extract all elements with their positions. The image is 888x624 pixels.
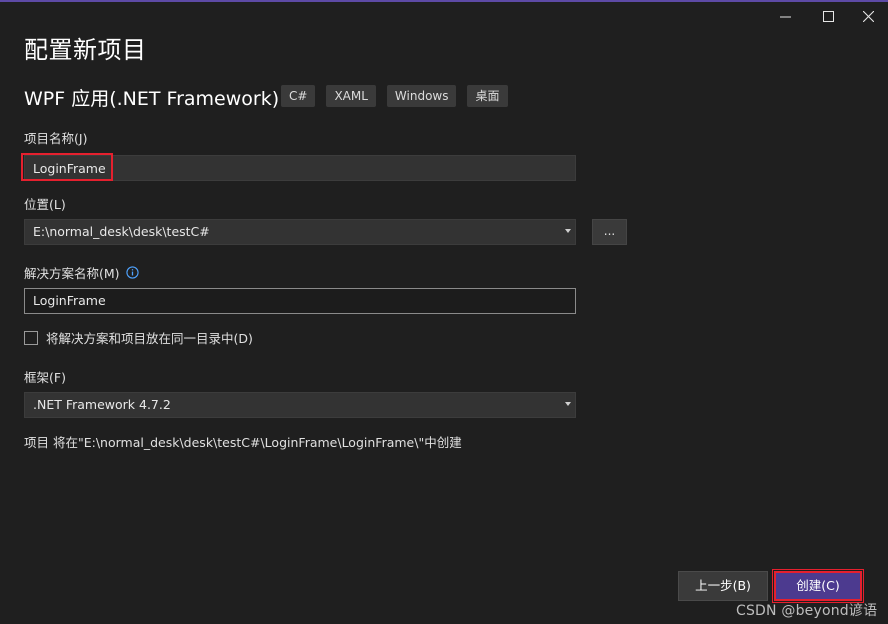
- tag-windows: Windows: [386, 85, 457, 107]
- close-icon: [862, 10, 874, 22]
- solution-name-value: LoginFrame: [33, 293, 106, 308]
- solution-name-input[interactable]: LoginFrame: [24, 288, 576, 314]
- same-directory-label: 将解决方案和项目放在同一目录中(D): [46, 331, 253, 346]
- info-icon[interactable]: [125, 266, 139, 279]
- browse-button[interactable]: ...: [592, 219, 627, 245]
- framework-value: .NET Framework 4.7.2: [33, 397, 171, 412]
- chevron-down-icon[interactable]: [565, 229, 571, 233]
- same-directory-option[interactable]: 将解决方案和项目放在同一目录中(D): [24, 328, 253, 347]
- maximize-button[interactable]: [811, 6, 845, 26]
- maximize-icon: [822, 10, 834, 22]
- chevron-down-icon[interactable]: [565, 402, 571, 406]
- project-name-value: LoginFrame: [21, 153, 113, 181]
- window-top-border: [0, 0, 888, 2]
- framework-label: 框架(F): [24, 370, 66, 385]
- page-title: 配置新项目: [24, 36, 147, 64]
- solution-name-label-row: 解决方案名称(M): [24, 263, 139, 282]
- framework-combobox[interactable]: .NET Framework 4.7.2: [24, 392, 576, 418]
- location-label: 位置(L): [24, 197, 66, 212]
- location-combobox[interactable]: E:\normal_desk\desk\testC#: [24, 219, 576, 245]
- tag-desktop: 桌面: [467, 85, 508, 107]
- project-path-summary: 项目 将在"E:\normal_desk\desk\testC#\LoginFr…: [24, 435, 462, 450]
- project-name-input[interactable]: LoginFrame: [21, 153, 576, 181]
- template-name: WPF 应用(.NET Framework): [24, 88, 280, 110]
- close-button[interactable]: [851, 6, 885, 26]
- location-value: E:\normal_desk\desk\testC#: [33, 224, 210, 239]
- tag-xaml: XAML: [326, 85, 376, 107]
- solution-name-label: 解决方案名称(M): [24, 266, 120, 281]
- same-directory-checkbox[interactable]: [24, 330, 38, 345]
- create-button[interactable]: 创建(C): [772, 569, 864, 603]
- back-button[interactable]: 上一步(B): [678, 571, 768, 601]
- project-name-label: 项目名称(J): [24, 131, 88, 146]
- template-tags: C# XAML Windows 桌面: [281, 85, 519, 107]
- minimize-icon: [779, 16, 791, 17]
- tag-csharp: C#: [281, 85, 316, 107]
- watermark: CSDN @beyond谚语: [736, 603, 878, 619]
- minimize-button[interactable]: [768, 6, 802, 26]
